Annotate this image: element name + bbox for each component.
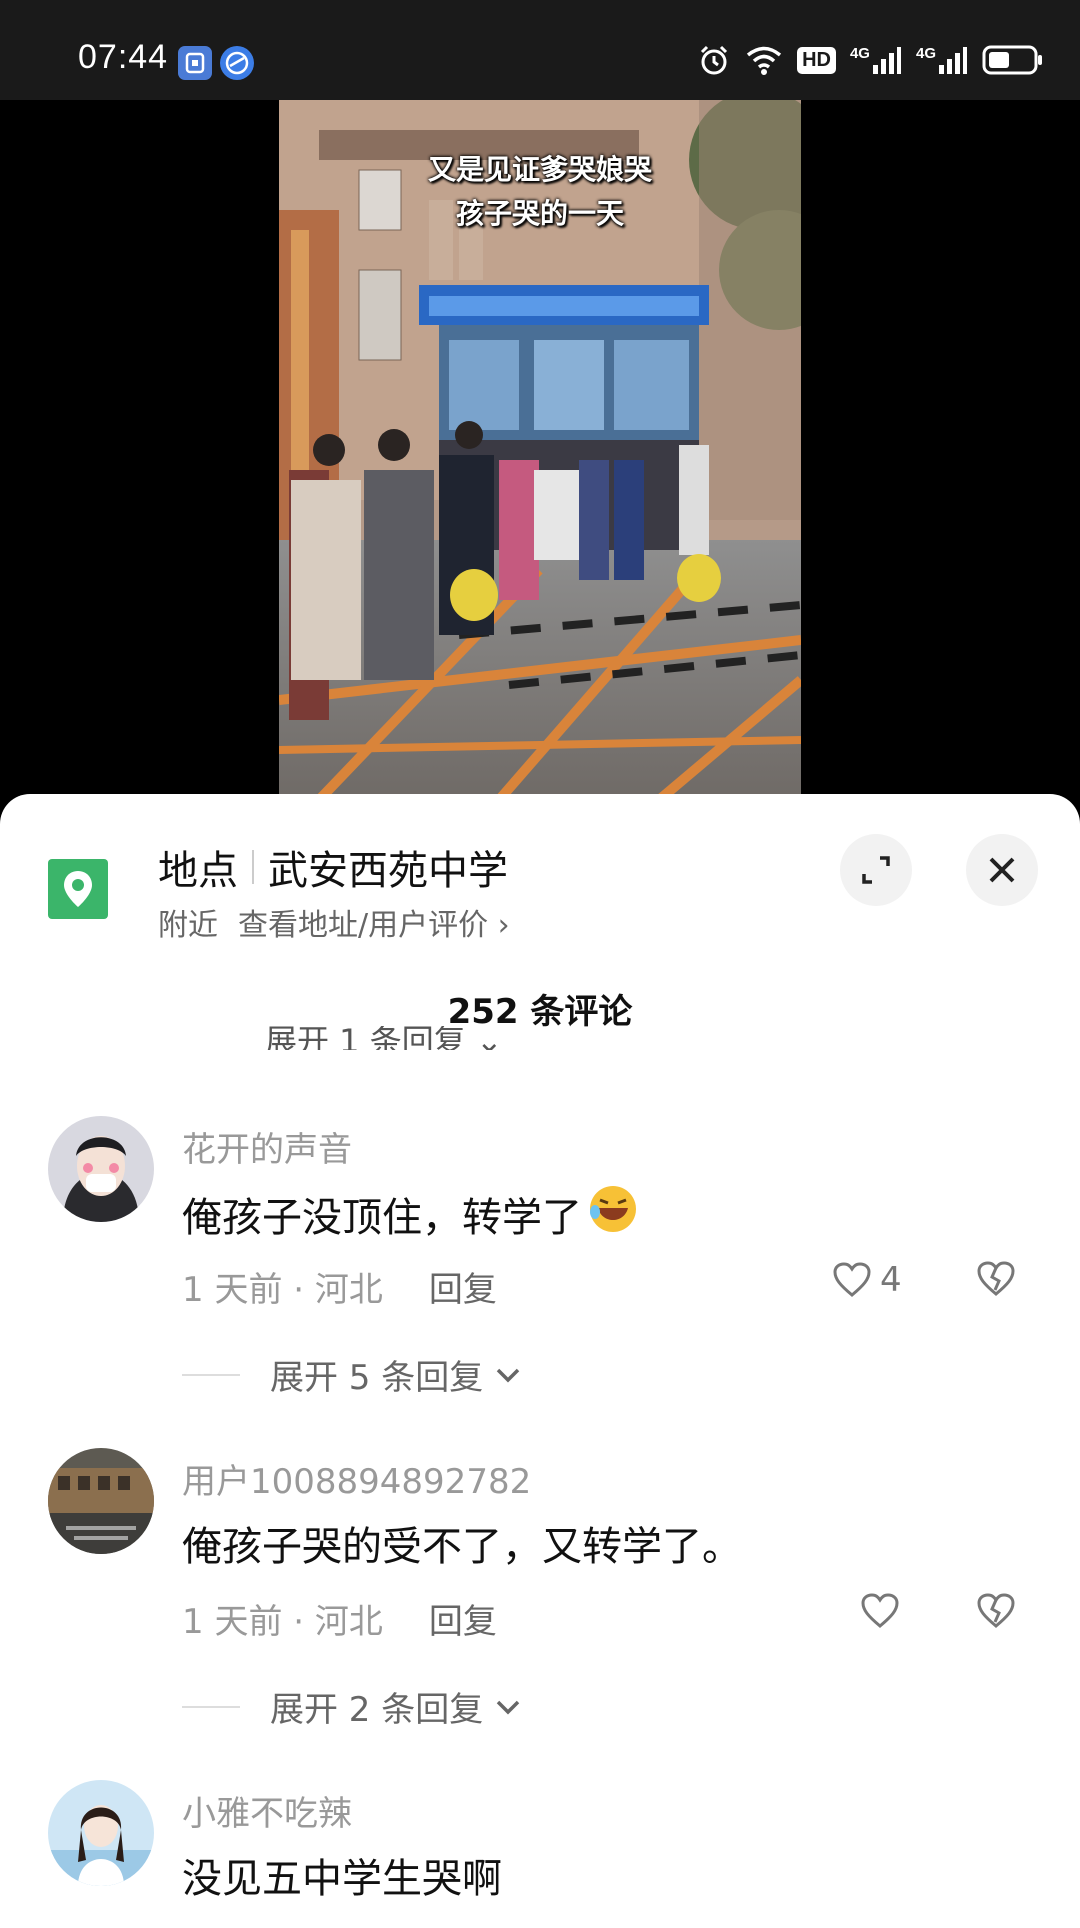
expand-replies-button[interactable]: 展开 5 条回复 xyxy=(182,1350,523,1399)
location-name: 武安西苑中学 xyxy=(268,848,508,894)
dislike-button[interactable] xyxy=(976,1592,1016,1634)
expand-replies-button[interactable]: 展开 2 条回复 xyxy=(182,1682,523,1731)
location-nearby: 附近 xyxy=(158,908,218,943)
location-divider xyxy=(252,850,254,884)
app-icon-1 xyxy=(178,46,212,80)
comment-count: 252 条评论 xyxy=(447,992,633,1032)
comment-item: 用户1008894892782 俺孩子哭的受不了，又转学了。 1 天前 · 河北… xyxy=(0,1448,1080,1668)
comment-author[interactable]: 用户1008894892782 xyxy=(182,1454,531,1503)
battery-icon xyxy=(982,44,1044,76)
comment-author[interactable]: 小雅不吃辣 xyxy=(182,1786,352,1835)
comment-meta: 1 天前 · 河北 回复 xyxy=(182,1594,497,1643)
comment-author[interactable]: 花开的声音 xyxy=(182,1122,352,1171)
signal-1: 4G xyxy=(850,45,902,75)
location-detail-link[interactable]: 查看地址/用户评价 › xyxy=(238,908,510,943)
comment-time-place: 1 天前 · 河北 xyxy=(182,1270,383,1310)
avatar[interactable] xyxy=(48,1116,154,1222)
video-caption-line2: 孩子哭的一天 xyxy=(455,197,624,230)
expand-button[interactable] xyxy=(840,834,912,906)
reply-button[interactable]: 回复 xyxy=(429,1602,497,1642)
comment-text: 俺孩子没顶住，转学了 xyxy=(182,1182,640,1246)
dislike-button[interactable] xyxy=(976,1260,1016,1302)
like-count: 4 xyxy=(880,1260,902,1300)
avatar[interactable] xyxy=(48,1780,154,1886)
heart-icon xyxy=(861,1593,899,1628)
chevron-down-icon xyxy=(497,1700,520,1714)
broken-heart-icon xyxy=(977,1261,1015,1296)
alarm-icon xyxy=(697,43,731,77)
broken-heart-icon xyxy=(977,1593,1015,1628)
location-label: 地点 xyxy=(158,848,238,894)
location-subtitle[interactable]: 附近 查看地址/用户评价 › xyxy=(158,900,510,944)
video-frame[interactable]: 又是见证爹哭娘哭 孩子哭的一天 xyxy=(279,100,801,800)
location-title[interactable]: 地点 武安西苑中学 xyxy=(158,838,508,896)
laugh-emoji-icon xyxy=(586,1182,640,1246)
comment-text: 没见五中学生哭啊 xyxy=(182,1856,502,1902)
comment-meta: 1 天前 · 河北 回复 xyxy=(182,1262,497,1311)
video-player[interactable]: 又是见证爹哭娘哭 孩子哭的一天 xyxy=(0,100,1080,800)
reply-button[interactable]: 回复 xyxy=(429,1270,497,1310)
status-time: 07:44 xyxy=(78,38,169,76)
status-bar: 07:44 HD 4G 4G xyxy=(0,0,1080,100)
chevron-down-icon xyxy=(497,1368,520,1382)
close-icon xyxy=(989,857,1015,883)
comments-sheet: 地点 武安西苑中学 附近 查看地址/用户评价 › 252 条评论 展开 1 条回复… xyxy=(0,794,1080,1928)
comment-item: 花开的声音 俺孩子没顶住，转学了 1 天前 · 河北 回复 4 xyxy=(0,1116,1080,1336)
divider-line xyxy=(182,1705,240,1708)
app-icon-2 xyxy=(220,46,254,80)
hd-badge: HD xyxy=(797,46,836,74)
video-caption-line1: 又是见证爹哭娘哭 xyxy=(427,153,652,186)
signal-2: 4G xyxy=(916,45,968,75)
heart-icon xyxy=(833,1262,871,1297)
peek-expand-replies[interactable]: 展开 1 条回复 ⌄ xyxy=(265,1026,503,1050)
avatar[interactable] xyxy=(48,1448,154,1554)
divider-line xyxy=(182,1373,240,1376)
like-button[interactable]: 4 xyxy=(832,1260,902,1300)
location-pin-icon[interactable] xyxy=(48,859,108,919)
comment-time-place: 1 天前 · 河北 xyxy=(182,1602,383,1642)
comment-item: 小雅不吃辣 没见五中学生哭啊 xyxy=(0,1780,1080,1928)
wifi-icon xyxy=(745,44,783,76)
close-button[interactable] xyxy=(966,834,1038,906)
like-button[interactable] xyxy=(860,1592,908,1630)
expand-icon xyxy=(862,856,890,884)
comment-text: 俺孩子哭的受不了，又转学了。 xyxy=(182,1524,742,1570)
